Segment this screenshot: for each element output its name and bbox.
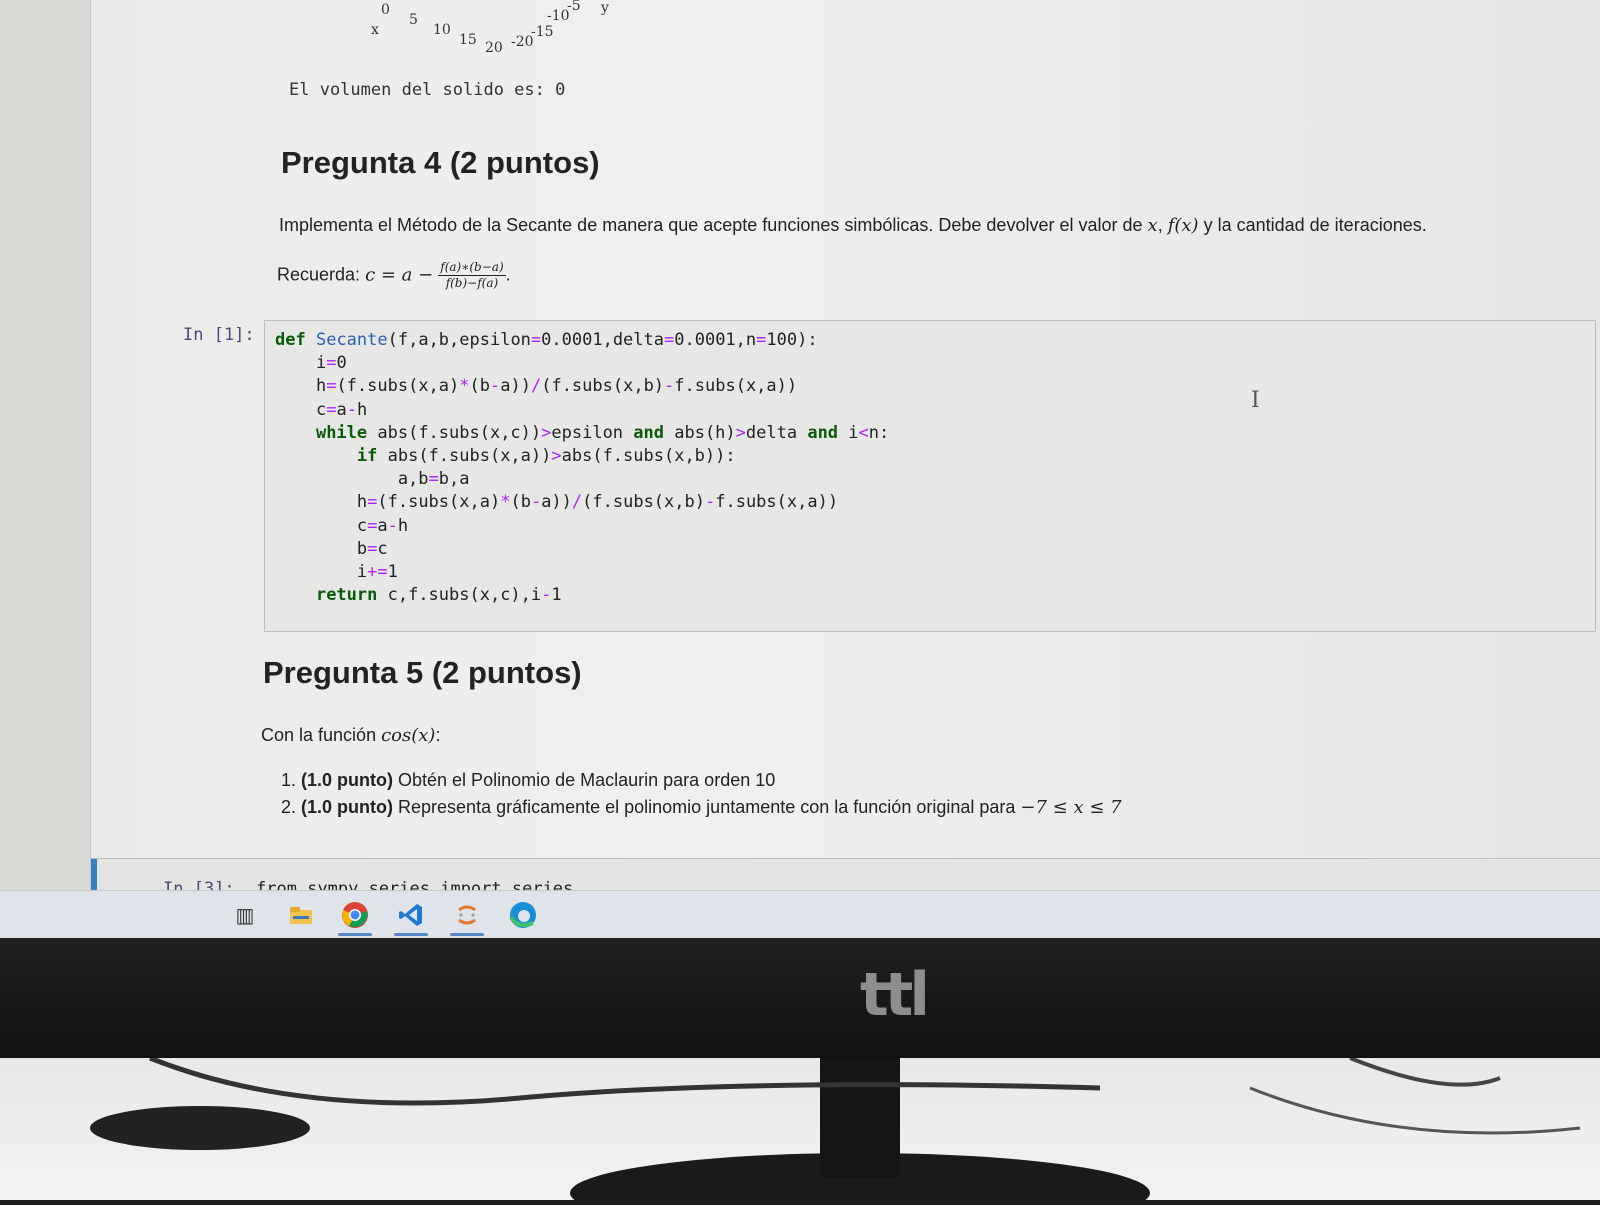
code-line: return c,f.subs(x,c),i-1 [315, 585, 562, 606]
monitor-stand-and-cables [90, 1055, 1581, 1205]
task-view-icon[interactable]: ▥ [228, 899, 262, 931]
code-line: h=(f.subs(x,a)*(b-a))/(f.subs(x,b)-f.sub… [275, 492, 839, 513]
q5-task-list: (1.0 punto) Obtén el Polinomio de Maclau… [271, 770, 1122, 824]
item-points: (1.0 punto) [301, 797, 393, 817]
formula-fraction: f(a)∗(b−a) f(b)−f(a) [438, 260, 506, 291]
running-indicator [450, 933, 484, 936]
code-line: i=0 [275, 353, 347, 374]
q4-reminder: Recuerda: c = a − f(a)∗(b−a) f(b)−f(a) . [277, 260, 511, 291]
q5-intro-text: Con la función [261, 725, 377, 745]
formula-end: . [505, 264, 511, 285]
q4-desc-sep: , [1157, 215, 1163, 235]
cell1-prompt: In [1]: [183, 325, 255, 345]
q4-desc-fx: f(x) [1167, 215, 1199, 236]
formula-lhs: c = a − [365, 264, 434, 286]
cell-output-text: El volumen del solido es: 0 [289, 80, 566, 100]
q4-desc-text: Implementa el Método de la Secante de ma… [279, 215, 1143, 235]
q4-desc-x: x [1147, 215, 1158, 236]
formula-denominator: f(b)−f(a) [445, 276, 499, 290]
code-line: c=a-h [275, 399, 368, 420]
code-line: b=c [275, 538, 388, 559]
monitor-brand-logo: ttl [860, 960, 930, 1030]
desk-surface [0, 1055, 1600, 1205]
code-line: i+=1 [275, 562, 398, 583]
x-tick: 0 [381, 2, 390, 18]
q4-description: Implementa el Método de la Secante de ma… [279, 215, 1509, 236]
code-line: def Secante(f,a,b,epsilon=0.0001,delta=0… [275, 330, 818, 350]
item-math: −7 ≤ x ≤ 7 [1020, 797, 1122, 818]
code-line: h=(f.subs(x,a)*(b-a))/(f.subs(x,b)-f.sub… [275, 376, 798, 397]
x-tick: 10 [433, 22, 451, 38]
list-item: (1.0 punto) Representa gráficamente el p… [301, 797, 1122, 818]
app-icon[interactable] [450, 899, 484, 931]
y-axis-label: y [601, 0, 609, 16]
q5-intro-end: : [435, 725, 441, 745]
x-tick: 5 [409, 12, 418, 28]
windows-taskbar: ▥ [0, 890, 1600, 939]
code-line: c=a-h [275, 515, 409, 536]
y-tick: -5 [567, 0, 581, 14]
q5-intro-math: cos(x) [381, 725, 436, 746]
q5-intro: Con la función cos(x): [261, 725, 440, 746]
code-line: a,b=b,a [275, 469, 470, 490]
item-points: (1.0 punto) [301, 770, 393, 790]
plot-axis-remnant: 0 5 10 15 20 x -20 -15 -10 -5 y [371, 0, 791, 60]
code-line: while abs(f.subs(x,c))>epsilon and abs(h… [315, 422, 890, 443]
x-tick: 20 [485, 40, 503, 56]
code-line: if abs(f.subs(x,a))>abs(f.subs(x,b)): [356, 446, 736, 467]
x-tick: 15 [459, 32, 477, 48]
text-cursor-icon: I [1251, 388, 1260, 413]
y-tick: -15 [531, 24, 554, 40]
vscode-icon[interactable] [394, 899, 428, 931]
code-cell-1[interactable]: def Secante(f,a,b,epsilon=0.0001,delta=0… [264, 320, 1596, 632]
item-text: Obtén el Polinomio de Maclaurin para ord… [398, 770, 776, 790]
reminder-label: Recuerda: [277, 264, 361, 285]
formula-numerator: f(a)∗(b−a) [438, 260, 506, 276]
edge-icon[interactable] [506, 899, 540, 931]
x-axis-label: x [371, 22, 379, 38]
q5-heading: Pregunta 5 (2 puntos) [263, 655, 582, 690]
file-explorer-icon[interactable] [284, 899, 318, 931]
monitor-bezel [0, 938, 1600, 1058]
monitor-screen: 0 5 10 15 20 x -20 -15 -10 -5 y El volum… [0, 0, 1600, 950]
running-indicator [394, 933, 428, 936]
code-editor[interactable]: def Secante(f,a,b,epsilon=0.0001,delta=0… [265, 321, 1595, 615]
q4-desc-end: y la cantidad de iteraciones. [1203, 215, 1427, 235]
q4-heading: Pregunta 4 (2 puntos) [281, 145, 600, 180]
chrome-icon[interactable] [338, 899, 372, 931]
jupyter-notebook: 0 5 10 15 20 x -20 -15 -10 -5 y El volum… [90, 0, 1600, 910]
running-indicator [338, 933, 372, 936]
item-text: Representa gráficamente el polinomio jun… [398, 797, 1016, 817]
list-item: (1.0 punto) Obtén el Polinomio de Maclau… [301, 770, 1122, 791]
